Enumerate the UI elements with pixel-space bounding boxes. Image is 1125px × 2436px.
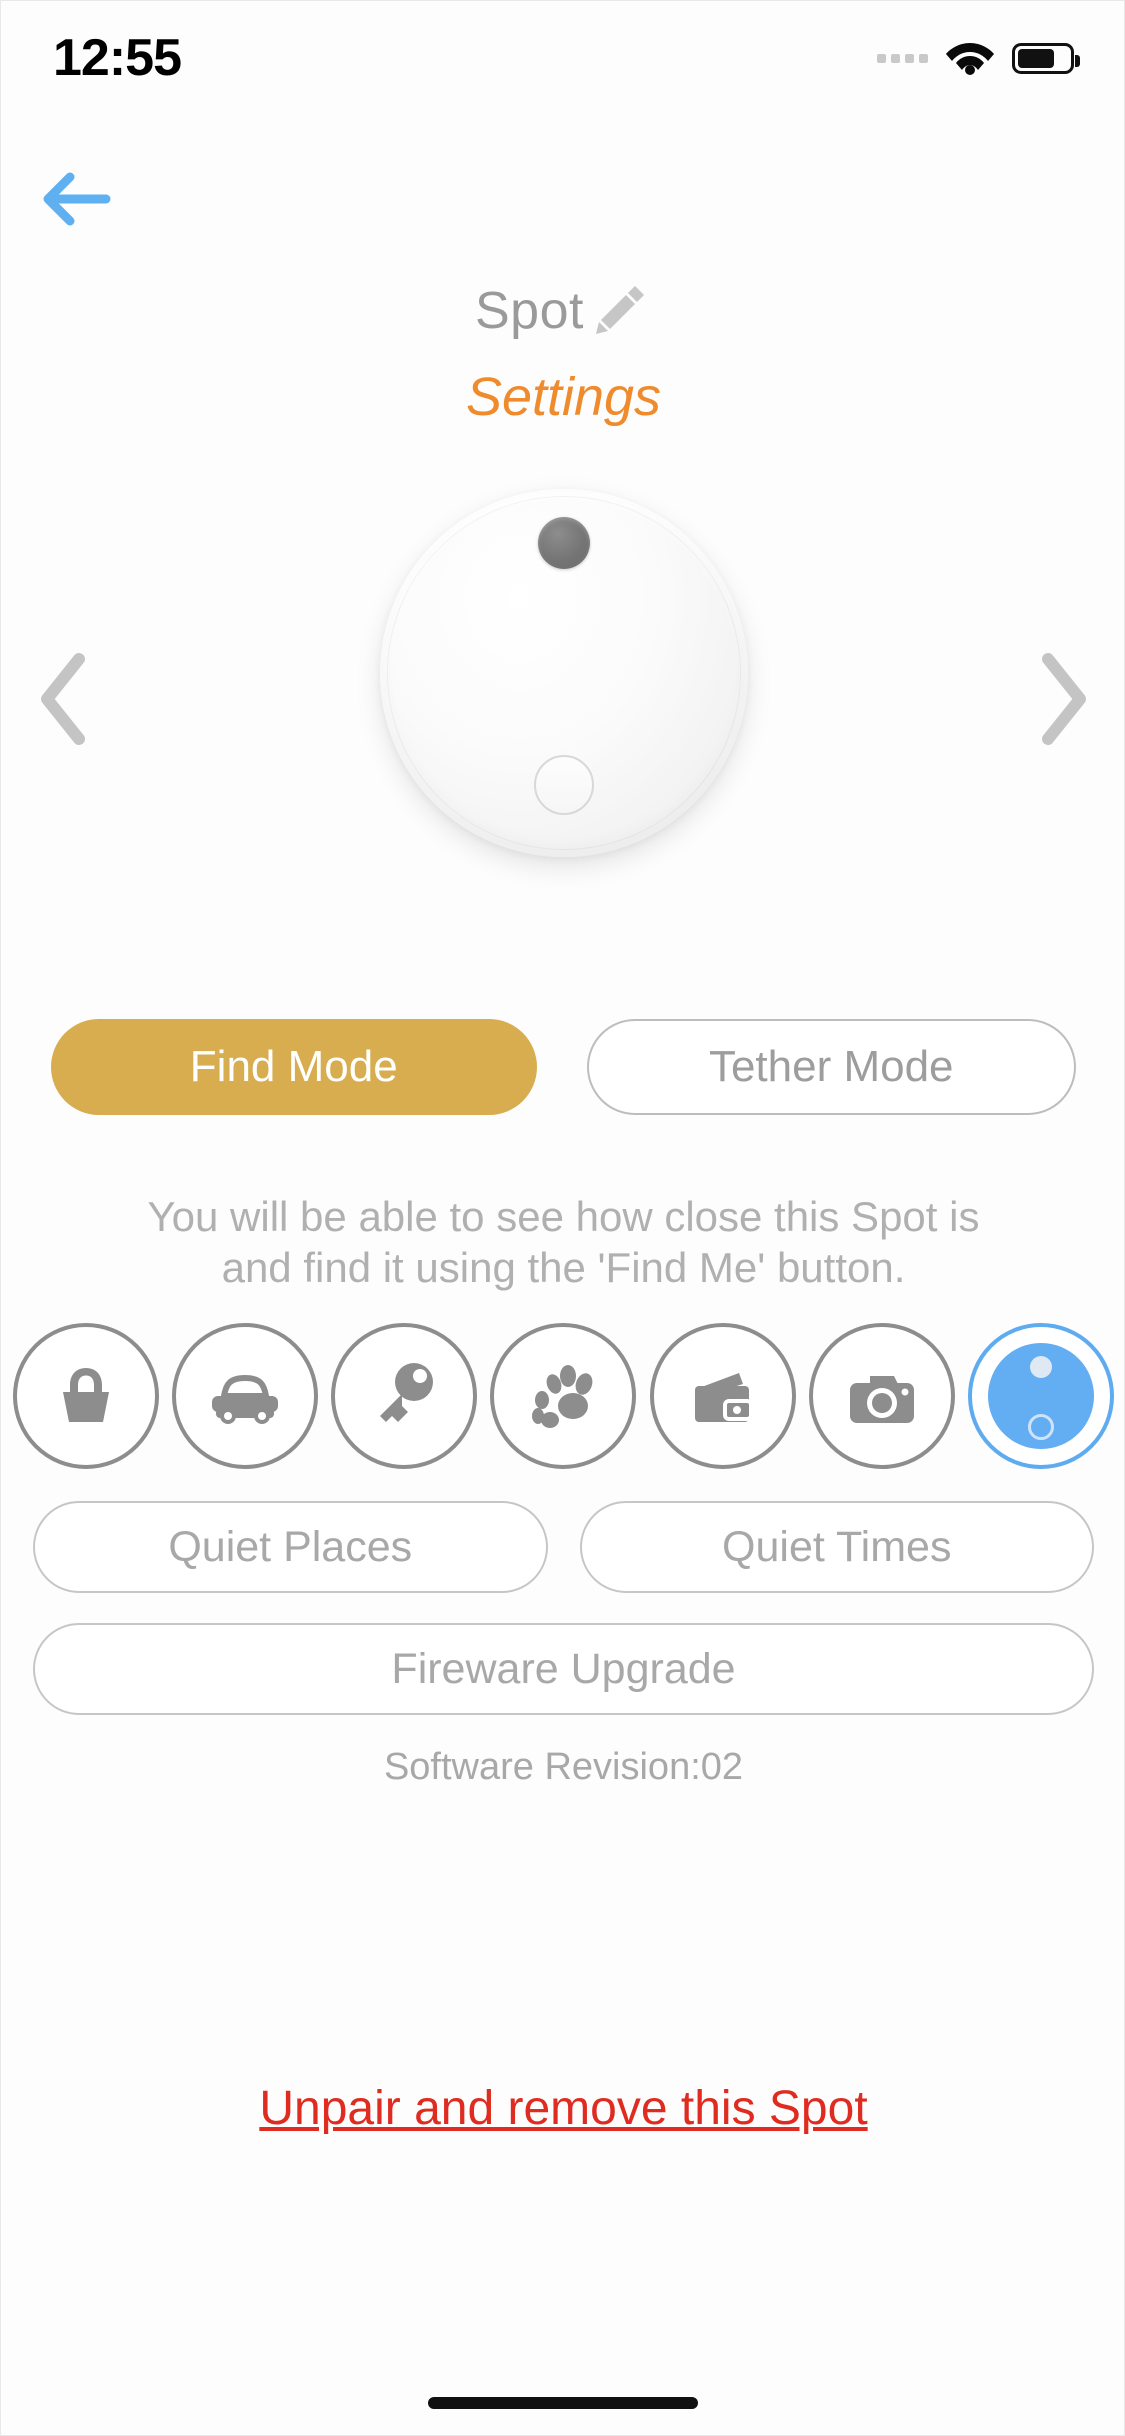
mode-toggle-group: Find Mode Tether Mode bbox=[51, 1019, 1076, 1115]
category-icon-row bbox=[13, 1323, 1114, 1469]
camera-icon bbox=[840, 1354, 924, 1439]
page-title: Settings bbox=[465, 367, 662, 427]
status-time: 12:55 bbox=[53, 28, 182, 87]
category-pet[interactable] bbox=[490, 1323, 637, 1469]
home-indicator bbox=[427, 2397, 698, 2409]
cellular-dots-icon bbox=[877, 54, 928, 63]
firmware-upgrade-button[interactable]: Fireware Upgrade bbox=[33, 1623, 1094, 1715]
carousel-prev-button[interactable] bbox=[11, 646, 121, 756]
quiet-places-button[interactable]: Quiet Places bbox=[33, 1501, 548, 1593]
back-arrow-icon bbox=[40, 169, 112, 234]
quiet-times-button[interactable]: Quiet Times bbox=[579, 1501, 1094, 1593]
category-camera[interactable] bbox=[808, 1323, 955, 1469]
spot-device-led bbox=[1029, 1356, 1052, 1378]
status-bar: 12:55 bbox=[1, 1, 1125, 106]
mode-description-line2: and find it using the 'Find Me' button. bbox=[221, 1244, 906, 1292]
bag-icon bbox=[46, 1354, 126, 1439]
category-car[interactable] bbox=[172, 1323, 319, 1469]
category-spot[interactable] bbox=[967, 1323, 1114, 1469]
device-name-row[interactable]: Spot bbox=[1, 276, 1125, 345]
chevron-left-icon bbox=[31, 649, 101, 754]
device-led-dot bbox=[537, 517, 590, 569]
app-screen: 12:55 Spot Settings Find Mode Tether Mod… bbox=[0, 0, 1125, 2436]
spot-device-icon bbox=[987, 1343, 1094, 1449]
software-revision-label: Software Revision:02 bbox=[383, 1746, 744, 1788]
key-icon bbox=[364, 1354, 444, 1439]
spot-device-button bbox=[1027, 1414, 1054, 1440]
category-key[interactable] bbox=[331, 1323, 478, 1469]
chevron-right-icon bbox=[1026, 649, 1096, 754]
mode-description-line1: You will be able to see how close this S… bbox=[147, 1193, 980, 1240]
device-name-label: Spot bbox=[475, 281, 584, 340]
spot-tracker-device[interactable] bbox=[379, 489, 748, 857]
back-button[interactable] bbox=[31, 161, 121, 241]
carousel-next-button[interactable] bbox=[1006, 646, 1116, 756]
category-bag[interactable] bbox=[13, 1323, 159, 1469]
pencil-icon[interactable] bbox=[590, 278, 652, 345]
paw-icon bbox=[520, 1354, 606, 1439]
status-indicators bbox=[877, 36, 1080, 81]
find-mode-button[interactable]: Find Mode bbox=[51, 1019, 537, 1115]
unpair-device-link[interactable]: Unpair and remove this Spot bbox=[1, 2081, 1125, 2136]
battery-icon bbox=[1012, 43, 1080, 74]
device-button bbox=[533, 755, 594, 815]
device-carousel bbox=[1, 471, 1125, 931]
wifi-icon bbox=[944, 36, 996, 81]
car-icon bbox=[202, 1354, 288, 1439]
mode-description: You will be able to see how close this S… bbox=[61, 1191, 1066, 1293]
category-wallet[interactable] bbox=[649, 1323, 796, 1469]
quiet-settings-row: Quiet Places Quiet Times bbox=[33, 1501, 1094, 1593]
wallet-icon bbox=[681, 1354, 765, 1439]
tether-mode-button[interactable]: Tether Mode bbox=[586, 1019, 1076, 1115]
